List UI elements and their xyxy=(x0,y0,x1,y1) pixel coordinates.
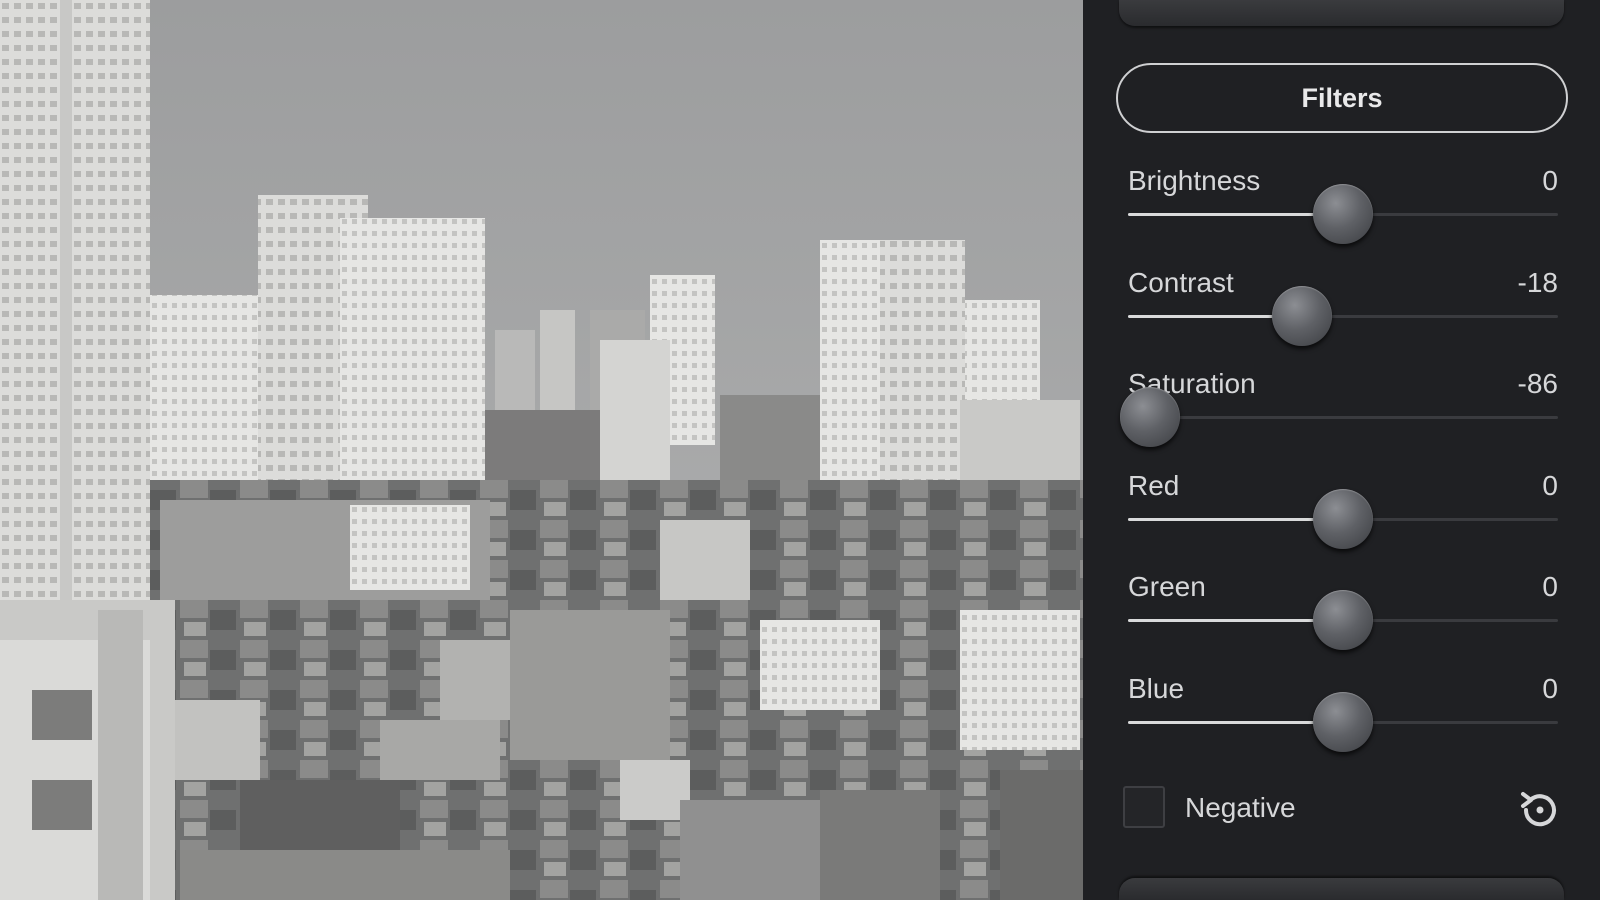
slider-red: Red 0 xyxy=(1128,470,1558,571)
panel-bottom-handle xyxy=(1119,878,1564,900)
panel-top-handle xyxy=(1119,0,1564,26)
blue-slider-thumb[interactable] xyxy=(1313,691,1373,752)
red-label: Red xyxy=(1128,469,1180,501)
city-skyline-image xyxy=(0,0,1083,900)
brightness-slider-thumb[interactable] xyxy=(1313,184,1373,244)
blue-label: Blue xyxy=(1128,672,1185,704)
blue-slider-track[interactable] xyxy=(1128,691,1558,752)
reset-icon xyxy=(1521,792,1556,827)
negative-label: Negative xyxy=(1185,792,1296,823)
negative-row: Negative xyxy=(1123,786,1568,834)
red-slider-thumb[interactable] xyxy=(1313,488,1373,549)
brightness-slider-fill xyxy=(1128,213,1343,216)
green-label: Green xyxy=(1128,571,1206,602)
green-slider-track[interactable] xyxy=(1128,590,1558,650)
red-slider-track[interactable] xyxy=(1128,488,1558,549)
negative-checkbox[interactable] xyxy=(1123,786,1165,828)
blue-value: 0 xyxy=(1542,672,1558,704)
saturation-value: -86 xyxy=(1517,368,1558,399)
contrast-label: Contrast xyxy=(1128,266,1234,298)
reset-button[interactable] xyxy=(1512,782,1568,838)
filters-button[interactable]: Filters xyxy=(1116,63,1568,133)
brightness-slider-track[interactable] xyxy=(1128,184,1558,244)
saturation-slider-track[interactable] xyxy=(1119,387,1558,447)
brightness-value: 0 xyxy=(1542,165,1558,196)
slider-green: Green 0 xyxy=(1128,571,1558,672)
filter-panel: Filters Brightness 0 Contrast -18 Saturation… xyxy=(1083,0,1600,900)
contrast-slider-track[interactable] xyxy=(1128,285,1558,346)
green-slider-fill xyxy=(1128,619,1343,622)
slider-brightness: Brightness 0 xyxy=(1128,165,1558,266)
red-slider-fill xyxy=(1128,517,1343,521)
brightness-label: Brightness xyxy=(1128,165,1261,196)
red-value: 0 xyxy=(1542,469,1558,501)
contrast-slider-thumb[interactable] xyxy=(1272,285,1333,346)
green-slider-thumb[interactable] xyxy=(1313,590,1373,650)
blue-slider-fill xyxy=(1128,720,1343,724)
slider-contrast: Contrast -18 xyxy=(1128,267,1558,368)
slider-saturation: Saturation -86 xyxy=(1119,368,1558,469)
green-value: 0 xyxy=(1542,571,1558,602)
photo-canvas xyxy=(0,0,1083,900)
slider-blue: Blue 0 xyxy=(1128,673,1558,774)
contrast-value: -18 xyxy=(1517,266,1558,298)
saturation-slider-thumb[interactable] xyxy=(1119,387,1180,447)
